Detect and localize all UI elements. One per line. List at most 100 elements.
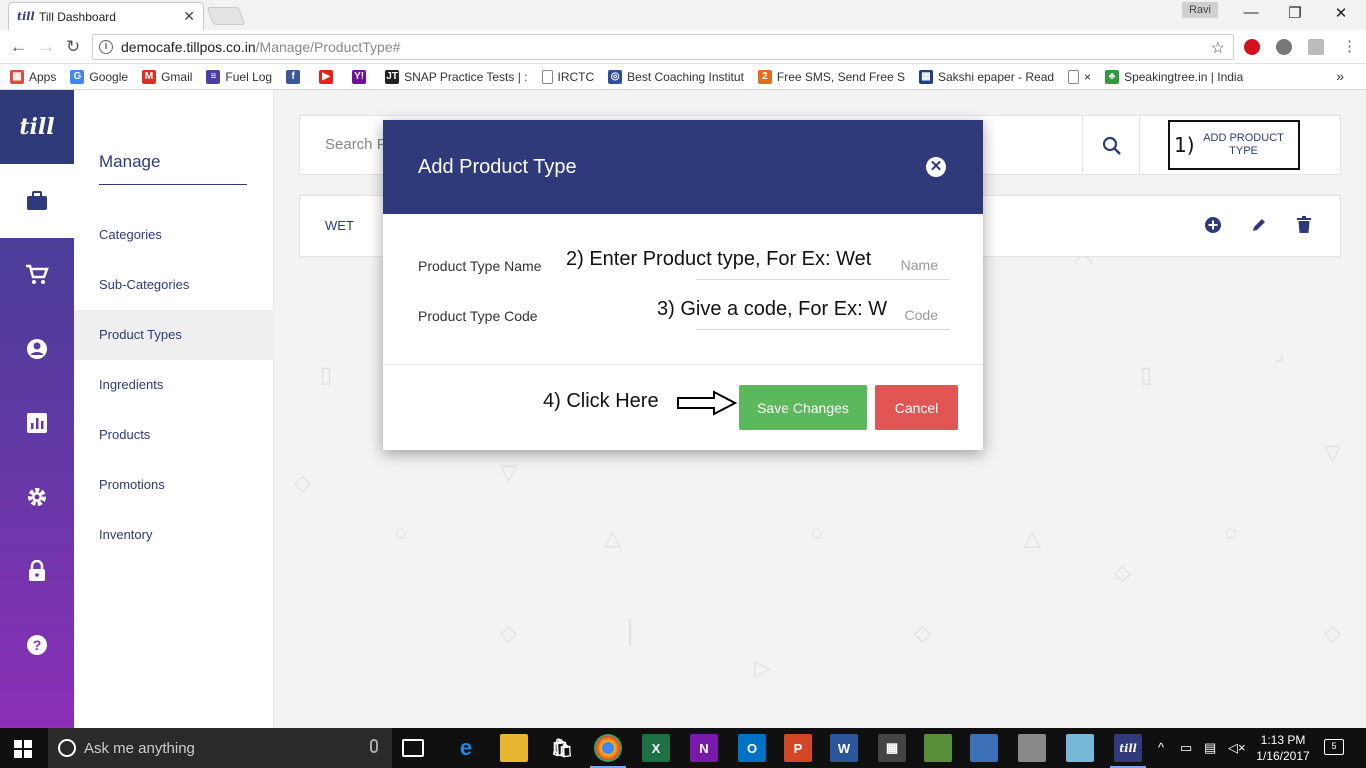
powerpoint-icon[interactable]: P [784, 734, 812, 762]
bookmark-item[interactable]: JT SNAP Practice Tests | : [385, 69, 528, 84]
window-close-icon[interactable]: ✕ [1318, 4, 1364, 22]
calculator-icon[interactable]: ▦ [878, 734, 906, 762]
snipping-tool-icon[interactable] [1018, 734, 1046, 762]
tab-close-icon[interactable]: ✕ [183, 8, 195, 25]
bookmark-item[interactable]: ♣ Speakingtree.in | India [1105, 69, 1243, 84]
bulb-extension-icon[interactable] [1276, 39, 1292, 55]
chrome-icon[interactable] [590, 734, 626, 768]
search-input[interactable]: Search P [325, 136, 387, 153]
user-circle-icon [27, 339, 47, 359]
restore-icon[interactable]: ❐ [1272, 4, 1318, 22]
yahoo-icon: Y! [352, 69, 367, 84]
bookmark-item[interactable]: IRCTC [541, 69, 594, 84]
url-input[interactable]: i democafe.tillpos.co.in/Manage/ProductT… [92, 34, 1234, 60]
microphone-icon[interactable] [370, 739, 378, 753]
volume-icon[interactable]: ◁× [1228, 740, 1246, 756]
submenu-item-categories[interactable]: Categories [74, 210, 274, 260]
product-type-name-input[interactable] [696, 250, 950, 280]
rail-help[interactable]: ? [0, 608, 74, 682]
task-view-icon[interactable] [402, 739, 424, 757]
opera-extension-icon[interactable] [1244, 39, 1260, 55]
cortana-placeholder: Ask me anything [84, 739, 195, 757]
menu-dots-icon[interactable]: ⋮ [1342, 37, 1357, 55]
rail-customers[interactable] [0, 312, 74, 386]
rail-manage[interactable] [0, 164, 74, 238]
bookmark-item[interactable]: G Google [70, 69, 128, 84]
bg-pattern-shape: △ [604, 525, 621, 550]
delete-trash-icon[interactable] [1296, 216, 1312, 237]
tray-chevron-icon[interactable]: ^ [1158, 740, 1164, 755]
bg-pattern-shape: ▽ [1324, 440, 1341, 465]
edge-browser-icon[interactable]: e [452, 734, 480, 762]
bookmarks-overflow-icon[interactable]: » [1336, 68, 1344, 84]
rail-sales[interactable] [0, 238, 74, 312]
network-icon[interactable]: ▤ [1204, 740, 1216, 756]
product-type-code-row: Product Type Code 3) Give a code, For Ex… [418, 296, 950, 332]
file-explorer-icon[interactable] [500, 734, 528, 762]
profile-badge[interactable]: Ravi [1182, 2, 1218, 18]
coaching-icon: ◎ [608, 69, 623, 84]
bg-pattern-shape: ○ [1224, 520, 1238, 545]
bookmark-item[interactable]: ◎ Best Coaching Institut [608, 69, 744, 84]
add-product-type-dialog: Add Product Type ✕ Product Type Name 2) … [383, 120, 983, 450]
onenote-icon[interactable]: N [690, 734, 718, 762]
cancel-button[interactable]: Cancel [875, 385, 958, 430]
notes-app-icon[interactable] [1066, 734, 1094, 762]
bg-pattern-shape: ◇ [1324, 620, 1341, 645]
bookmark-star-icon[interactable]: ☆ [1211, 38, 1225, 58]
minimize-icon[interactable]: — [1228, 4, 1274, 21]
rail-security[interactable] [0, 534, 74, 608]
submenu-item-sub-categories[interactable]: Sub-Categories [74, 260, 274, 310]
search-icon[interactable] [1102, 136, 1122, 159]
bookmark-item[interactable]: ▦ Sakshi epaper - Read [918, 69, 1054, 84]
notification-center-icon[interactable]: 5 [1324, 739, 1344, 755]
browser-tab-strip: till Till Dashboard ✕ Ravi — ❐ ✕ [0, 0, 1366, 30]
outlook-icon[interactable]: O [738, 734, 766, 762]
bg-pattern-shape: △ [1024, 525, 1041, 550]
address-bar-row: ← → ↻ i democafe.tillpos.co.in/Manage/Pr… [0, 30, 1366, 64]
g-extension-icon[interactable] [1308, 39, 1324, 55]
save-changes-button[interactable]: Save Changes [739, 385, 867, 430]
system-clock[interactable]: 1:13 PM 1/16/2017 [1248, 732, 1318, 764]
browser-tab[interactable]: till Till Dashboard ✕ [8, 2, 204, 30]
windows-start-icon[interactable] [14, 740, 32, 761]
bookmark-item[interactable]: M Gmail [142, 69, 192, 84]
submenu-item-ingredients[interactable]: Ingredients [74, 360, 274, 410]
excel-icon[interactable]: X [642, 734, 670, 762]
google-icon: G [70, 69, 85, 84]
word-icon[interactable]: W [830, 734, 858, 762]
bookmark-item[interactable]: ▦ Apps [10, 69, 56, 84]
reload-icon[interactable]: ↻ [66, 37, 80, 57]
site-info-icon[interactable]: i [99, 40, 113, 54]
bookmark-item[interactable]: × [1068, 69, 1091, 84]
edit-pencil-icon[interactable] [1250, 216, 1268, 237]
forward-arrow-icon[interactable]: → [38, 37, 55, 57]
arrow-right-icon [677, 390, 737, 416]
submenu-item-inventory[interactable]: Inventory [74, 510, 274, 560]
till-app-taskbar-icon[interactable]: till [1110, 734, 1146, 768]
bookmark-item[interactable]: ≡ Fuel Log [206, 69, 272, 84]
submenu-item-products[interactable]: Products [74, 410, 274, 460]
submenu-item-product-types[interactable]: Product Types [74, 310, 274, 360]
new-tab-button[interactable] [206, 7, 246, 25]
back-arrow-icon[interactable]: ← [10, 37, 27, 57]
rail-settings[interactable] [0, 460, 74, 534]
add-product-type-button[interactable]: 1) ADD PRODUCT TYPE [1168, 120, 1300, 170]
bookmark-item[interactable]: 2 Free SMS, Send Free S [757, 69, 905, 84]
till-logo[interactable]: till [0, 90, 74, 164]
store-icon[interactable]: 🛍 [548, 734, 576, 762]
submenu-item-promotions[interactable]: Promotions [74, 460, 274, 510]
bookmark-item[interactable]: Y! [352, 69, 371, 84]
close-icon[interactable]: ✕ [926, 157, 946, 177]
image-app-icon[interactable] [924, 734, 952, 762]
battery-icon[interactable]: ▭ [1180, 740, 1192, 756]
bookmark-item[interactable]: ▶ [319, 69, 338, 84]
search-divider [1139, 116, 1140, 174]
bookmark-item[interactable]: f [286, 69, 305, 84]
rail-reports[interactable] [0, 386, 74, 460]
cortana-search-box[interactable]: Ask me anything [48, 728, 392, 768]
add-circle-icon[interactable] [1204, 216, 1222, 237]
paint-icon[interactable] [970, 734, 998, 762]
dialog-footer-divider [383, 364, 983, 365]
product-type-code-input[interactable] [696, 300, 950, 330]
